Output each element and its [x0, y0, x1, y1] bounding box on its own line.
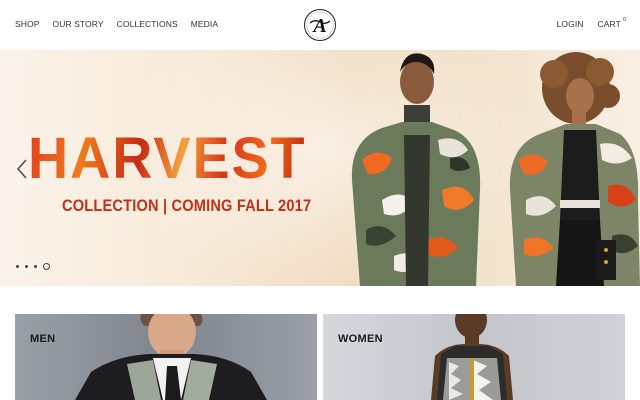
hero-slider[interactable]: HARVEST COLLECTION | COMING FALL 2017 [0, 50, 640, 286]
nav-shop-link[interactable]: SHOP [15, 19, 40, 29]
category-tile-women[interactable]: WOMEN [323, 314, 625, 400]
main-nav: SHOP OUR STORY COLLECTIONS MEDIA [15, 19, 231, 29]
chevron-left-icon [17, 159, 27, 179]
women-category-image [323, 314, 625, 400]
slider-dot-1[interactable] [16, 265, 19, 268]
site-header: SHOP OUR STORY COLLECTIONS MEDIA A LOGIN… [0, 0, 640, 50]
slider-dot-3[interactable] [34, 265, 37, 268]
slider-dot-4-active[interactable] [43, 263, 50, 270]
svg-text:A: A [311, 15, 326, 37]
brand-logo[interactable]: A [303, 8, 337, 42]
male-model-image [351, 53, 481, 286]
brand-monogram-logo-icon: A [304, 9, 336, 41]
category-label-women: WOMEN [338, 333, 383, 345]
cart-count-badge: 0 [622, 17, 626, 23]
men-category-image [15, 314, 317, 400]
category-tile-men[interactable]: MEN [15, 314, 317, 400]
hero-title: HARVEST [28, 126, 307, 191]
category-label-men: MEN [30, 333, 56, 345]
nav-media-link[interactable]: MEDIA [191, 19, 218, 29]
nav-collections-link[interactable]: COLLECTIONS [117, 19, 178, 29]
hero-subtitle: COLLECTION | COMING FALL 2017 [62, 196, 312, 215]
cart-label: CART [597, 19, 621, 29]
female-model-image [509, 52, 640, 286]
login-link[interactable]: LOGIN [557, 19, 584, 29]
slider-pagination [16, 263, 50, 270]
nav-our-story-link[interactable]: OUR STORY [53, 19, 104, 29]
cart-link[interactable]: CART 0 [597, 17, 626, 29]
account-nav: LOGIN CART 0 [543, 17, 626, 29]
slider-dot-2[interactable] [25, 265, 28, 268]
slider-prev-arrow[interactable] [14, 158, 30, 180]
